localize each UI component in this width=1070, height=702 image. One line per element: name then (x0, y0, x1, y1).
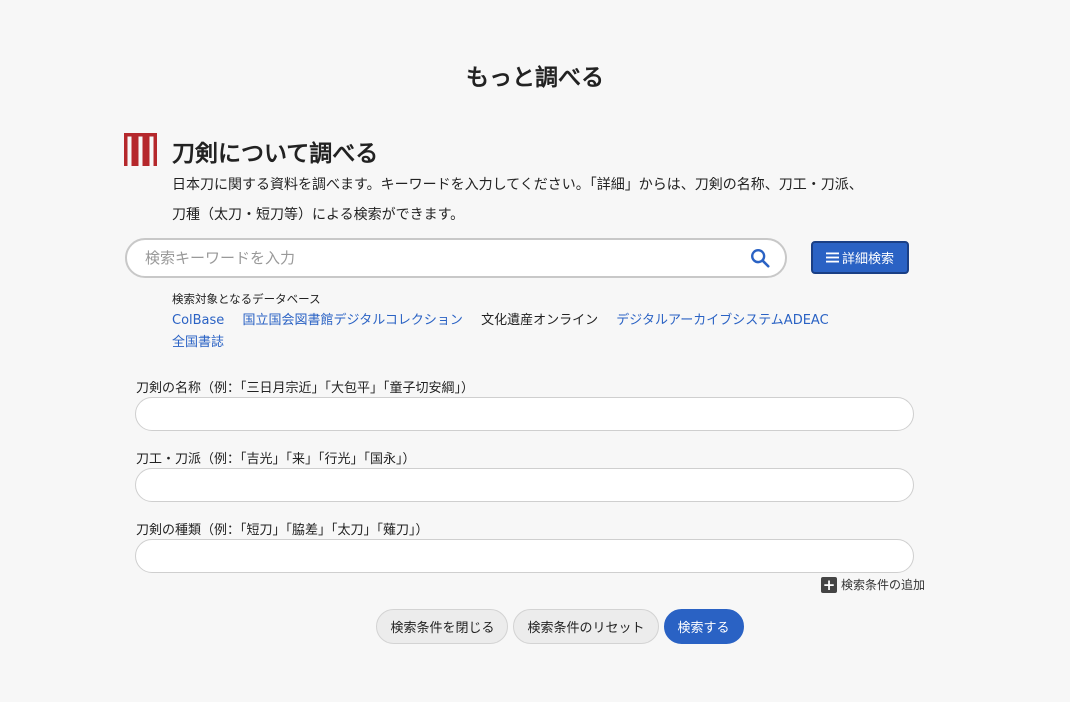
page: もっと調べる 刀剣について調べる 日本刀に関する資料を調べます。キーワードを入力… (0, 0, 1070, 702)
detail-search-button[interactable]: 詳細検索 (811, 241, 909, 274)
search-icon[interactable] (749, 247, 771, 269)
section-title: 刀剣について調べる (172, 141, 379, 167)
search-input[interactable] (145, 249, 749, 267)
search-button[interactable]: 検索する (663, 609, 744, 644)
sword-name-label: 刀剣の名称（例：「三日月宗近」「大包平」「童子切安綱」） (136, 381, 475, 396)
plus-icon: + (820, 575, 837, 594)
database-link-ndl[interactable]: 国立国会図書館デジタルコレクション (242, 310, 462, 332)
sword-type-label: 刀剣の種類（例：「短刀」「脇差」「太刀」「薙刀」） (136, 523, 429, 538)
menu-icon (825, 252, 839, 263)
sword-type-input[interactable] (135, 539, 914, 573)
section-description-line: 刀種（太刀・短刀等）による検索ができます。 (172, 207, 465, 223)
database-link-national-bibliography[interactable]: 全国書誌 (172, 332, 224, 354)
database-label: 検索対象となるデータベース (172, 292, 321, 306)
add-condition-button[interactable]: + 検索条件の追加 (820, 575, 925, 594)
section-description-line: 日本刀に関する資料を調べます。キーワードを入力してください。「詳細」からは、刀剣… (172, 177, 863, 193)
sword-section-icon (124, 133, 157, 166)
page-title: もっと調べる (466, 65, 604, 91)
close-conditions-button[interactable]: 検索条件を閉じる (376, 609, 509, 644)
detail-search-label: 詳細検索 (841, 252, 894, 267)
database-link-colbase[interactable]: ColBase (172, 310, 224, 332)
swordsmith-label: 刀工・刀派（例：「吉光」「来」「行光」「国永」） (136, 452, 416, 467)
swordsmith-input[interactable] (135, 468, 914, 502)
database-link-adeac[interactable]: デジタルアーカイブシステムADEAC (616, 310, 828, 332)
search-box (125, 238, 787, 278)
sword-name-input[interactable] (135, 397, 914, 431)
add-condition-label: 検索条件の追加 (840, 578, 925, 592)
database-item-bunka-isan: 文化遺産オンライン (481, 313, 599, 328)
database-list: ColBase 国立国会図書館デジタルコレクション 文化遺産オンライン デジタル… (172, 310, 892, 354)
action-buttons: 検索条件を閉じる 検索条件のリセット 検索する (0, 609, 1070, 644)
section-description: 日本刀に関する資料を調べます。キーワードを入力してください。「詳細」からは、刀剣… (172, 170, 952, 230)
reset-conditions-button[interactable]: 検索条件のリセット (513, 609, 659, 644)
